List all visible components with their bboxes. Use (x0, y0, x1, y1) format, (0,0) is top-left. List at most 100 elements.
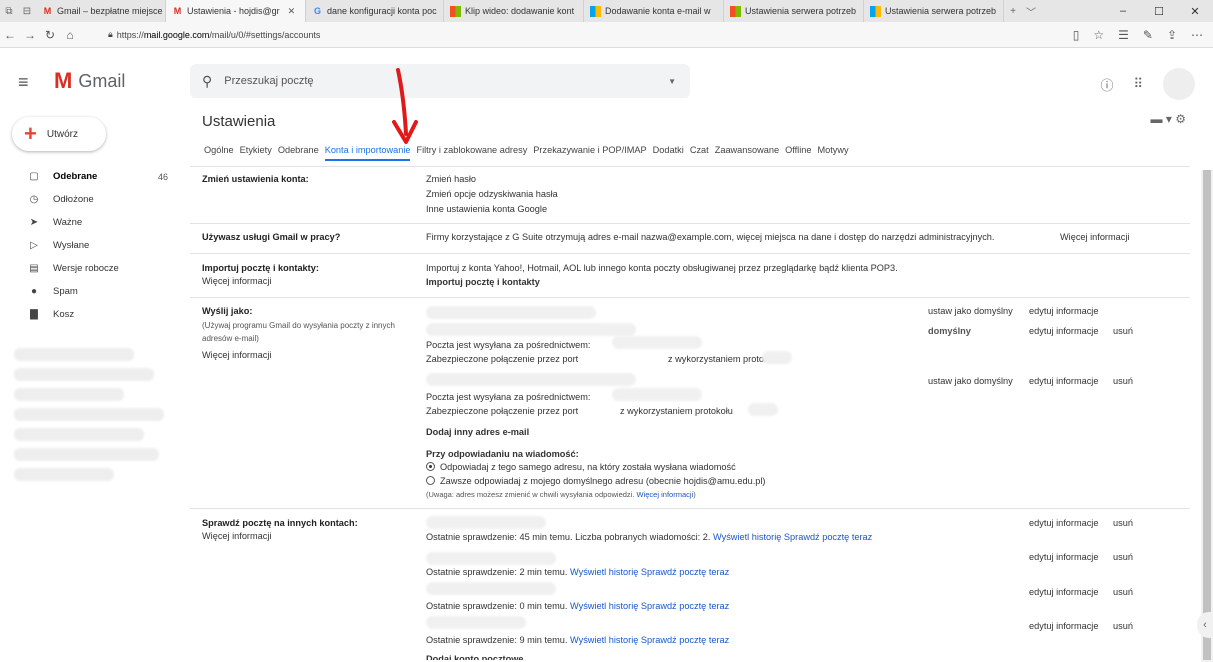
check-now-link[interactable]: Sprawdź pocztę teraz (641, 567, 729, 577)
view-history-link[interactable]: Wyświetl historię (570, 567, 638, 577)
sidebar-item-label: Odłożone (53, 194, 94, 205)
edit-info-link[interactable]: edytuj informacje (1029, 587, 1098, 597)
browser-tab-active[interactable]: M Ustawienia - hojdis@gr ✕ (166, 0, 306, 22)
tab-forwarding[interactable]: Przekazywanie i POP/IMAP (533, 145, 646, 161)
sidebar-item-snoozed[interactable]: ◷ Odłożone (0, 188, 178, 211)
delete-link[interactable]: usuń (1113, 621, 1133, 631)
back-icon[interactable]: ← (0, 28, 20, 42)
side-panel-toggle-icon[interactable]: ‹ (1197, 612, 1213, 638)
delete-link[interactable]: usuń (1113, 518, 1133, 528)
tab-labels[interactable]: Etykiety (240, 145, 272, 161)
send-as-more-link[interactable]: Więcej informacji (202, 350, 271, 360)
favorite-star-icon[interactable]: ☆ (1093, 28, 1104, 42)
view-history-link[interactable]: Wyświetl historię (570, 635, 638, 645)
reply-note-link[interactable]: Więcej informacji (637, 490, 694, 499)
search-input[interactable]: ⚲ Przeszukaj pocztę ▼ (190, 64, 690, 98)
check-now-link[interactable]: Sprawdź pocztę teraz (784, 532, 872, 542)
search-options-chevron-icon[interactable]: ▼ (668, 77, 676, 86)
delete-link[interactable]: usuń (1113, 552, 1133, 562)
google-account-link[interactable]: Inne ustawienia konta Google (426, 204, 547, 214)
gmail-icon: M (173, 6, 182, 16)
forward-icon[interactable]: → (20, 28, 40, 42)
browser-tab[interactable]: Gdane konfiguracji konta poc (306, 0, 444, 22)
gmail-logo[interactable]: M Gmail (54, 68, 125, 94)
set-default-link[interactable]: ustaw jako domyślny (928, 376, 1013, 386)
edit-info-link[interactable]: edytuj informacje (1029, 621, 1098, 631)
sidebar-item-inbox[interactable]: ▢ Odebrane 46 (0, 165, 178, 188)
close-icon[interactable]: ✕ (288, 6, 296, 17)
favorites-list-icon[interactable]: ☰ (1118, 28, 1129, 42)
scrollbar-thumb[interactable] (1203, 170, 1211, 660)
compose-button[interactable]: + Utwórz (12, 117, 106, 151)
check-now-link[interactable]: Sprawdź pocztę teraz (641, 601, 729, 611)
tab-inbox[interactable]: Odebrane (278, 145, 319, 161)
import-action-link[interactable]: Importuj pocztę i kontakty (426, 277, 540, 287)
sidebar-item-drafts[interactable]: ▤ Wersje robocze (0, 257, 178, 280)
set-default-link[interactable]: ustaw jako domyślny (928, 306, 1013, 316)
browser-tab[interactable]: M Gmail – bezpłatne miejsce r (36, 0, 166, 22)
window-close-icon[interactable]: ✕ (1177, 0, 1213, 22)
browser-tab[interactable]: Ustawienia serwera potrzeb (724, 0, 864, 22)
refresh-icon[interactable]: ↻ (40, 28, 60, 42)
reading-view-icon[interactable]: ▯ (1073, 28, 1080, 42)
recovery-options-link[interactable]: Zmień opcje odzyskiwania hasła (426, 189, 558, 199)
new-tab-icon[interactable]: + (1004, 0, 1022, 22)
browser-tab-strip: ⧉ ⊟ M Gmail – bezpłatne miejsce r M Ustawi… (0, 0, 1213, 22)
import-more-link[interactable]: Więcej informacji (202, 276, 271, 286)
radio-checked-icon[interactable] (426, 462, 435, 471)
sidebar-item-trash[interactable]: ▇ Kosz (0, 303, 178, 326)
tab-label: Ustawienia - hojdis@gr (187, 6, 280, 16)
home-icon[interactable]: ⌂ (60, 28, 80, 42)
search-icon[interactable]: ⚲ (202, 73, 212, 90)
maximize-icon[interactable]: ☐ (1141, 0, 1177, 22)
sidebar-item-spam[interactable]: ● Spam (0, 280, 178, 303)
delete-link[interactable]: usuń (1113, 376, 1133, 386)
settings-gear-icon[interactable]: ▬ ▾ ⚙ (1151, 112, 1186, 126)
add-mail-account-link[interactable]: Dodaj konto pocztowe (426, 654, 524, 660)
reply-option-default[interactable]: Zawsze odpowiadaj z mojego domyślnego ad… (426, 476, 765, 486)
tab-advanced[interactable]: Zaawansowane (715, 145, 779, 161)
share-icon[interactable]: ⇪ (1167, 28, 1177, 42)
menu-icon[interactable]: ≡ (18, 72, 36, 93)
tab-list-chevron-icon[interactable]: ﹀ (1022, 0, 1040, 22)
sent-via-text: Poczta jest wysyłana za pośrednictwem: (426, 392, 591, 402)
avatar[interactable] (1163, 68, 1195, 100)
tab-chat[interactable]: Czat (690, 145, 709, 161)
scrollbar[interactable] (1201, 170, 1213, 662)
gsuite-more-link[interactable]: Więcej informacji (1060, 232, 1129, 242)
tab-preview-icon[interactable]: ⧉ (0, 0, 18, 22)
delete-link[interactable]: usuń (1113, 326, 1133, 336)
edit-info-link[interactable]: edytuj informacje (1029, 518, 1098, 528)
tab-themes[interactable]: Motywy (817, 145, 848, 161)
view-history-link[interactable]: Wyświetl historię (570, 601, 638, 611)
help-icon[interactable]: ⓘ (1100, 75, 1113, 94)
view-history-link[interactable]: Wyświetl historię (713, 532, 781, 542)
tab-offline[interactable]: Offline (785, 145, 811, 161)
tab-general[interactable]: Ogólne (204, 145, 234, 161)
edit-info-link[interactable]: edytuj informacje (1029, 552, 1098, 562)
add-address-link[interactable]: Dodaj inny adres e-mail (426, 427, 529, 437)
edit-info-link[interactable]: edytuj informacje (1029, 376, 1098, 386)
spam-icon: ● (30, 286, 38, 297)
browser-tab[interactable]: Dodawanie konta e-mail w (584, 0, 724, 22)
browser-tab[interactable]: Ustawienia serwera potrzeb (864, 0, 1004, 22)
reply-option-same[interactable]: Odpowiadaj z tego samego adresu, na któr… (426, 462, 736, 472)
sidebar-item-important[interactable]: ➤ Ważne (0, 211, 178, 234)
check-mail-more-link[interactable]: Więcej informacji (202, 531, 271, 541)
tab-filters[interactable]: Filtry i zablokowane adresy (416, 145, 527, 161)
edit-info-link[interactable]: edytuj informacje (1029, 306, 1098, 316)
pen-icon[interactable]: ✎ (1143, 28, 1153, 42)
apps-grid-icon[interactable]: ⠿ (1133, 76, 1143, 92)
change-password-link[interactable]: Zmień hasło (426, 174, 476, 184)
url-field[interactable]: 🔒︎ https://mail.google.com/mail/u/0/#set… (108, 29, 320, 40)
check-now-link[interactable]: Sprawdź pocztę teraz (641, 635, 729, 645)
radio-unchecked-icon[interactable] (426, 476, 435, 485)
minimize-icon[interactable]: – (1105, 0, 1141, 22)
tab-addons[interactable]: Dodatki (653, 145, 684, 161)
sidebar-item-sent[interactable]: ▷ Wysłane (0, 234, 178, 257)
tab-aside-icon[interactable]: ⊟ (18, 0, 36, 22)
delete-link[interactable]: usuń (1113, 587, 1133, 597)
more-icon[interactable]: ⋯ (1191, 28, 1203, 42)
browser-tab[interactable]: Klip wideo: dodawanie kont (444, 0, 584, 22)
edit-info-link[interactable]: edytuj informacje (1029, 326, 1098, 336)
